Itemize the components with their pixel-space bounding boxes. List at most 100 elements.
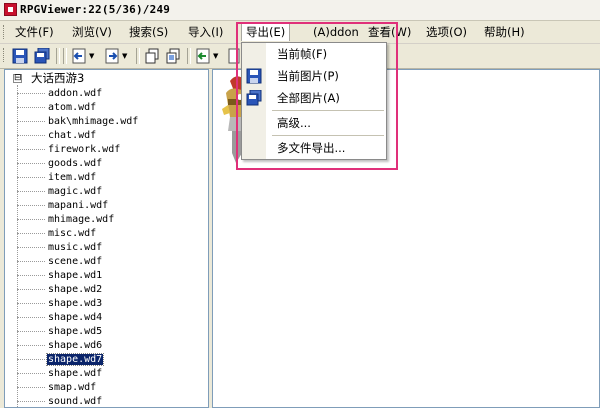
back-button[interactable]: ▼: [71, 47, 94, 65]
tree-item-label: shape.wd5: [48, 325, 103, 337]
collapse-icon[interactable]: ⊟: [13, 73, 22, 83]
menu-bar: 文件(F) 浏览(V) 搜索(S) 导入(I) 导出(E) (A)ddon 查看…: [0, 21, 600, 44]
copy-all-icon: [166, 48, 180, 64]
menu-options[interactable]: 选项(O): [422, 24, 471, 40]
tree-connector-line: [17, 260, 45, 262]
copy-all-button[interactable]: [165, 47, 181, 65]
tree-item[interactable]: shape.wd7: [17, 352, 105, 366]
menu-browse[interactable]: 浏览(V): [68, 24, 116, 40]
tree-item-label: smap.wdf: [48, 381, 97, 393]
title-bar: RPGViewer:22(5/36)/249: [0, 0, 600, 21]
tree-item[interactable]: shape.wd4: [17, 310, 103, 324]
menu-item-current-image[interactable]: 当前图片(P): [242, 65, 386, 87]
tree-item-label: goods.wdf: [48, 157, 103, 169]
menu-view[interactable]: 查看(W): [364, 24, 415, 40]
tree-item-label: addon.wdf: [48, 87, 103, 99]
export-button[interactable]: ▼: [195, 47, 218, 65]
tree-item-label: magic.wdf: [48, 185, 103, 197]
tree-item-label: shape.wd3: [48, 297, 103, 309]
toolbar-grip-icon[interactable]: [3, 48, 7, 62]
tree-connector-line: [17, 246, 45, 248]
tree-item-label: atom.wdf: [48, 101, 97, 113]
tree-item[interactable]: addon.wdf: [17, 86, 103, 100]
tree-root-node[interactable]: ⊟ 大话西游3: [13, 71, 84, 85]
tree-item[interactable]: atom.wdf: [17, 100, 97, 114]
save-all-icon: [246, 90, 262, 106]
tree-item-label: bak\mhimage.wdf: [48, 115, 139, 127]
tree-connector-line: [17, 302, 45, 304]
file-tree[interactable]: ⊟ 大话西游3 addon.wdf atom.wdf bak\mhimage.wdf…: [4, 69, 209, 408]
forward-button[interactable]: ▼: [104, 47, 127, 65]
tree-item[interactable]: item.wdf: [17, 170, 97, 184]
tree-connector-line: [17, 120, 45, 122]
tree-item[interactable]: mapani.wdf: [17, 198, 109, 212]
copy-icon: [145, 48, 159, 64]
export-all-button[interactable]: [228, 47, 240, 65]
tree-item[interactable]: scene.wdf: [17, 254, 103, 268]
menu-file[interactable]: 文件(F): [11, 24, 58, 40]
tree-item[interactable]: chat.wdf: [17, 128, 97, 142]
save-button[interactable]: [12, 47, 28, 65]
tree-item-label: shape.wd6: [48, 339, 103, 351]
save-icon: [12, 48, 28, 64]
menu-item-current-frame[interactable]: 当前帧(F): [242, 43, 386, 65]
menu-item-label: 全部图片(A): [277, 91, 340, 105]
tree-connector-line: [17, 134, 45, 136]
tree-item[interactable]: shape.wd1: [17, 268, 103, 282]
chevron-down-icon[interactable]: ▼: [213, 52, 218, 60]
tree-item[interactable]: shape.wd2: [17, 282, 103, 296]
forward-icon: [105, 48, 119, 64]
menu-item-all-images[interactable]: 全部图片(A): [242, 87, 386, 109]
app-icon[interactable]: [4, 3, 17, 16]
tree-connector-line: [17, 204, 45, 206]
tree-item-label: sound.wdf: [48, 395, 103, 407]
tree-item[interactable]: shape.wd5: [17, 324, 103, 338]
copy-frame-button[interactable]: [144, 47, 160, 65]
menu-item-label: 当前图片(P): [277, 69, 339, 83]
tree-item[interactable]: goods.wdf: [17, 156, 103, 170]
tree-item[interactable]: shape.wd3: [17, 296, 103, 310]
toolbar-separator: [56, 48, 60, 64]
toolbar-separator: [187, 48, 191, 64]
chevron-down-icon[interactable]: ▼: [89, 52, 94, 60]
menu-search[interactable]: 搜索(S): [125, 24, 172, 40]
tree-connector-line: [17, 148, 45, 150]
menu-item-multi-file-export[interactable]: 多文件导出...: [242, 137, 386, 159]
tree-connector-line: [17, 288, 45, 290]
tree-item-label: mhimage.wdf: [48, 213, 115, 225]
tree-item[interactable]: magic.wdf: [17, 184, 103, 198]
menu-export[interactable]: 导出(E): [241, 23, 291, 41]
tree-root-label: 大话西游3: [31, 71, 85, 85]
tree-connector-line: [17, 232, 45, 234]
tree-item[interactable]: shape.wdf: [17, 366, 103, 380]
tree-item[interactable]: smap.wdf: [17, 380, 97, 394]
window-title: RPGViewer:22(5/36)/249: [20, 3, 171, 16]
export-icon: [196, 48, 210, 64]
toolbar-separator: [136, 48, 140, 64]
tree-item[interactable]: shape.wd6: [17, 338, 103, 352]
tree-connector-line: [17, 386, 45, 388]
tree-connector-line: [17, 106, 45, 108]
tree-connector-line: [17, 400, 45, 402]
tree-item[interactable]: sound.wdf: [17, 394, 103, 407]
menu-help[interactable]: 帮助(H): [480, 24, 529, 40]
menubar-grip-icon[interactable]: [3, 25, 7, 39]
tree-item[interactable]: firework.wdf: [17, 142, 121, 156]
chevron-down-icon[interactable]: ▼: [122, 52, 127, 60]
save-all-button[interactable]: [34, 47, 50, 65]
tree-connector-line: [17, 176, 45, 178]
export-menu-dropdown: 当前帧(F) 当前图片(P) 全部图片(A) 高级... 多文件导出...: [241, 42, 387, 160]
tree-item-label: chat.wdf: [48, 129, 97, 141]
save-icon: [246, 68, 262, 84]
menu-addon[interactable]: (A)ddon: [309, 24, 363, 40]
tree-item[interactable]: music.wdf: [17, 240, 103, 254]
tree-connector-line: [17, 162, 45, 164]
menu-import[interactable]: 导入(I): [184, 24, 227, 40]
tree-connector-line: [17, 218, 45, 220]
tree-item-label: music.wdf: [48, 241, 103, 253]
tree-item[interactable]: mhimage.wdf: [17, 212, 115, 226]
tree-connector-line: [17, 330, 45, 332]
menu-item-advanced[interactable]: 高级...: [242, 112, 386, 134]
tree-item[interactable]: bak\mhimage.wdf: [17, 114, 139, 128]
tree-item[interactable]: misc.wdf: [17, 226, 97, 240]
